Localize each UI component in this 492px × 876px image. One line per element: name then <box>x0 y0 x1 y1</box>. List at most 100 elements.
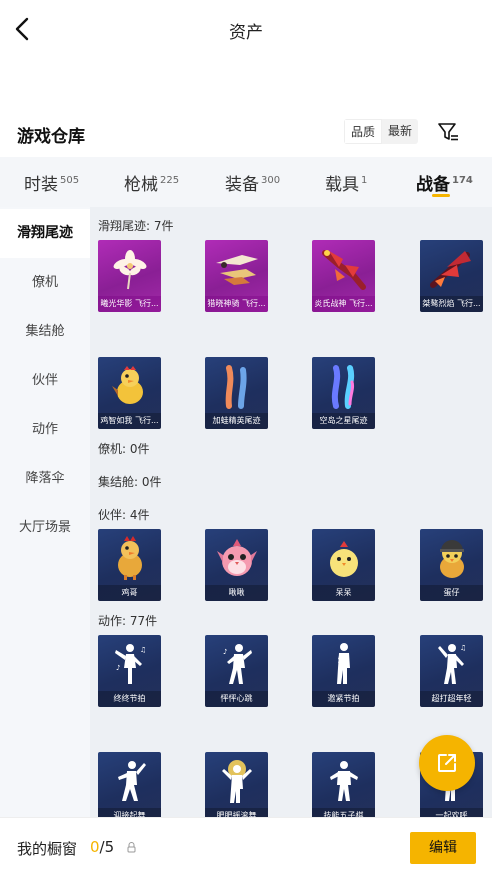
bottom-bar: 我的橱窗 0/5 编辑 <box>0 817 492 876</box>
item-card[interactable]: 加蛙精英尾迹 <box>205 357 268 429</box>
item-name: 肥肥摇滚舞 <box>205 808 268 817</box>
item-name: 猎晓神骑 飞行... <box>205 296 268 312</box>
dance-icon <box>98 756 161 806</box>
tab-count: 1 <box>361 175 368 186</box>
item-name: 炎氏战神 飞行... <box>312 296 375 312</box>
item-name: 一起欢呼 <box>420 808 483 817</box>
item-card[interactable]: 技能五子棋 <box>312 752 375 817</box>
sort-newest-button[interactable]: 最新 <box>382 119 418 144</box>
item-card[interactable]: ♪ ♫ 终终节拍 <box>98 635 161 707</box>
tab-guns[interactable]: 枪械 225 <box>124 170 179 195</box>
item-name: 加蛙精英尾迹 <box>205 413 268 429</box>
rooster-partner-icon <box>98 533 161 583</box>
tab-vehicles[interactable]: 载具 1 <box>325 170 367 195</box>
sidebar: 滑翔尾迹 僚机 集结舱 伙伴 动作 降落伞 大厅场景 <box>0 207 90 817</box>
tab-combat-gear[interactable]: 战备 174 <box>416 170 473 195</box>
warehouse-header: 游戏仓库 品质 最新 <box>0 112 492 152</box>
dance-icon <box>312 639 375 689</box>
item-card[interactable]: 桀骜烈焰 飞行... <box>420 240 483 312</box>
sidebar-item-lobby-scene[interactable]: 大厅场景 <box>0 503 90 552</box>
svg-text:♪: ♪ <box>223 648 227 656</box>
item-name: 鸡哥 <box>98 585 161 601</box>
item-grid: 滑翔尾迹: 7件 曦光华影 飞行... 猎晓神骑 飞行... 炎氏战神 飞行..… <box>90 207 492 817</box>
item-card[interactable]: ♫ 超打超年轻 <box>420 635 483 707</box>
dance-icon: ♪ <box>205 639 268 689</box>
edit-button[interactable]: 编辑 <box>410 832 476 864</box>
top-bar: 资产 <box>0 0 492 58</box>
item-card[interactable]: 邀紧节拍 <box>312 635 375 707</box>
category-label-wingman: 僚机: 0件 <box>98 442 150 456</box>
category-label-emotes: 动作: 77件 <box>98 614 158 628</box>
share-icon <box>438 754 456 772</box>
tab-label: 枪械 <box>124 175 158 195</box>
chicken-icon <box>98 361 161 411</box>
active-tab-indicator <box>432 194 450 197</box>
item-card[interactable]: ♪ 怦怦心跳 <box>205 635 268 707</box>
item-card[interactable]: 曦光华影 飞行... <box>98 240 161 312</box>
item-name: 呆呆 <box>312 585 375 601</box>
page-title: 资产 <box>229 23 263 43</box>
tab-label: 战备 <box>416 175 450 195</box>
item-name: 曦光华影 飞行... <box>98 296 161 312</box>
item-name: 空岛之星尾迹 <box>312 413 375 429</box>
golden-wing-icon <box>205 244 268 294</box>
helmet-duck-icon <box>420 533 483 583</box>
item-card[interactable]: 啾啾 <box>205 529 268 601</box>
filter-icon[interactable] <box>436 120 460 144</box>
sidebar-item-partners[interactable]: 伙伴 <box>0 356 90 405</box>
tab-label: 装备 <box>225 175 259 195</box>
svg-text:♫: ♫ <box>460 644 466 652</box>
item-card[interactable]: 蛋仔 <box>420 529 483 601</box>
tab-count: 505 <box>60 175 80 186</box>
item-name: 邀紧节拍 <box>312 691 375 707</box>
dance-icon <box>312 756 375 806</box>
red-dragon-icon <box>312 244 375 294</box>
showcase-max: /5 <box>99 838 115 856</box>
item-card[interactable]: 炎氏战神 飞行... <box>312 240 375 312</box>
share-button[interactable] <box>419 735 475 791</box>
chick-partner-icon <box>312 533 375 583</box>
sort-toggle: 品质 最新 <box>344 119 419 144</box>
sidebar-item-glide-trails[interactable]: 滑翔尾迹 <box>0 209 90 258</box>
dance-icon: ♫ <box>420 639 483 689</box>
svg-text:♫: ♫ <box>140 646 146 654</box>
item-name: 桀骜烈焰 飞行... <box>420 296 483 312</box>
item-card[interactable]: 鸡智如我 飞行... <box>98 357 161 429</box>
item-card[interactable]: 鸡哥 <box>98 529 161 601</box>
sidebar-item-rally-pod[interactable]: 集结舱 <box>0 307 90 356</box>
tab-equipment[interactable]: 装备 300 <box>225 170 280 195</box>
item-card[interactable]: 呆呆 <box>312 529 375 601</box>
showcase-label: 我的橱窗 <box>17 840 78 858</box>
rainbow-trail-icon <box>312 361 375 411</box>
tab-label: 载具 <box>325 175 359 195</box>
item-name: 终终节拍 <box>98 691 161 707</box>
svg-text:♪: ♪ <box>116 664 120 672</box>
lock-icon <box>127 842 136 853</box>
smoke-trail-icon <box>205 361 268 411</box>
category-label-trails: 滑翔尾迹: 7件 <box>98 219 174 233</box>
tab-outfits[interactable]: 时装 505 <box>24 170 79 195</box>
item-name: 超打超年轻 <box>420 691 483 707</box>
sidebar-item-emotes[interactable]: 动作 <box>0 405 90 454</box>
item-name: 啾啾 <box>205 585 268 601</box>
dance-icon: ♪ ♫ <box>98 639 161 689</box>
item-card[interactable]: 迎接起舞 <box>98 752 161 817</box>
sidebar-item-parachute[interactable]: 降落伞 <box>0 454 90 503</box>
category-label-rally-pod: 集结舱: 0件 <box>98 475 162 489</box>
item-card[interactable]: 空岛之星尾迹 <box>312 357 375 429</box>
item-card[interactable]: 猎晓神骑 飞行... <box>205 240 268 312</box>
item-card[interactable]: 肥肥摇滚舞 <box>205 752 268 817</box>
warehouse-title: 游戏仓库 <box>17 127 85 147</box>
item-name: 蛋仔 <box>420 585 483 601</box>
showcase-count: 0/5 <box>90 838 114 856</box>
dance-icon <box>205 756 268 806</box>
tab-count: 174 <box>452 175 473 186</box>
tab-count: 300 <box>261 175 281 186</box>
sort-quality-button[interactable]: 品质 <box>344 119 383 144</box>
category-label-partners: 伙伴: 4件 <box>98 508 150 522</box>
sidebar-item-wingman[interactable]: 僚机 <box>0 258 90 307</box>
item-name: 迎接起舞 <box>98 808 161 817</box>
pink-bird-icon <box>205 533 268 583</box>
tab-count: 225 <box>160 175 180 186</box>
item-name: 怦怦心跳 <box>205 691 268 707</box>
